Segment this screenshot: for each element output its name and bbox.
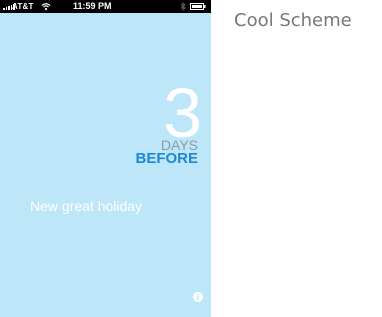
- carrier-label: AT&T: [12, 2, 34, 11]
- phone-screen: AT&T 11:59 PM 3 DAYS BEFORE New great ho…: [0, 0, 211, 317]
- before-label: BEFORE: [135, 150, 198, 167]
- status-time: 11:59 PM: [73, 1, 112, 11]
- battery-icon: [190, 3, 206, 10]
- status-bar: AT&T 11:59 PM: [0, 0, 211, 13]
- wifi-icon: [41, 3, 51, 11]
- holiday-name: New great holiday: [30, 198, 143, 214]
- scheme-caption: Cool Scheme: [234, 10, 352, 31]
- info-icon[interactable]: i: [193, 292, 203, 302]
- bluetooth-icon: [180, 2, 186, 11]
